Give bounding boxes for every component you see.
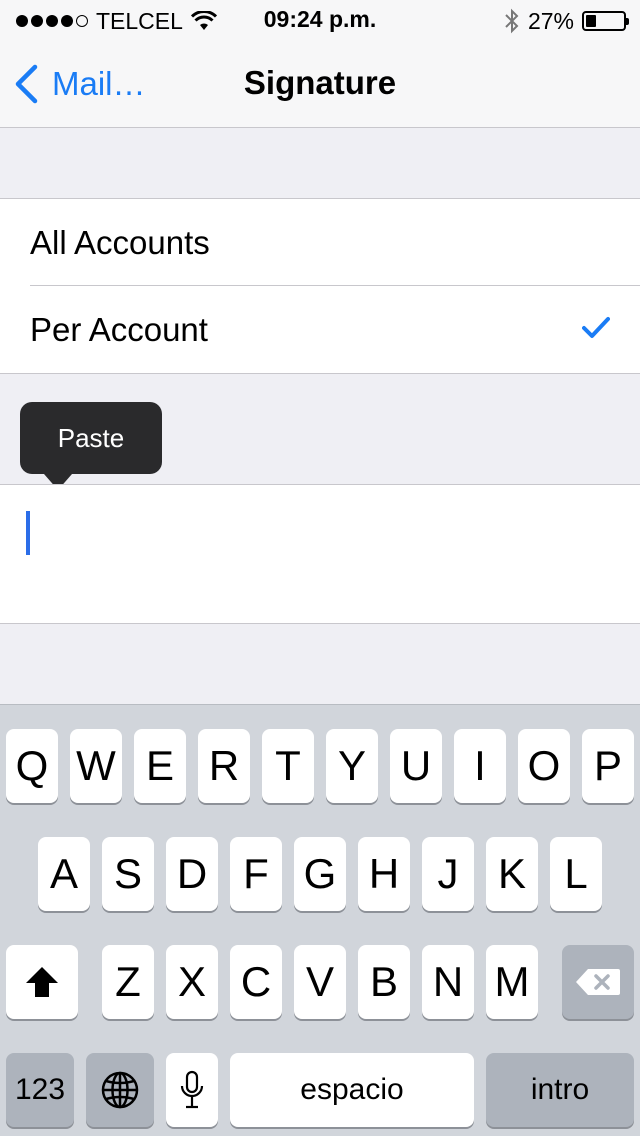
- paste-label: Paste: [57, 422, 125, 453]
- key-label: F: [243, 850, 269, 897]
- backspace-icon: [576, 969, 620, 995]
- key-label: R: [208, 742, 240, 789]
- key-h[interactable]: H: [358, 837, 410, 911]
- key-label: W: [76, 742, 116, 789]
- key-g[interactable]: G: [294, 837, 346, 911]
- keyboard: Q W E R T Y U I O P A S D F G H J K L Z …: [0, 704, 640, 1136]
- key-label: V: [305, 958, 334, 1005]
- key-a[interactable]: A: [38, 837, 90, 911]
- shift-key[interactable]: [6, 945, 78, 1019]
- numbers-key[interactable]: 123: [6, 1053, 74, 1127]
- key-label: J: [437, 850, 459, 897]
- key-label: G: [303, 850, 337, 897]
- key-label: T: [275, 742, 301, 789]
- key-m[interactable]: M: [486, 945, 538, 1019]
- key-label: intro: [530, 1073, 590, 1106]
- page-title: Signature: [243, 64, 397, 101]
- key-label: 123: [14, 1073, 66, 1106]
- key-z[interactable]: Z: [102, 945, 154, 1019]
- key-label: C: [240, 958, 272, 1005]
- key-label: espacio: [300, 1073, 404, 1106]
- key-label: X: [177, 958, 206, 1005]
- key-b[interactable]: B: [358, 945, 410, 1019]
- key-j[interactable]: J: [422, 837, 474, 911]
- key-s[interactable]: S: [102, 837, 154, 911]
- return-key[interactable]: intro: [486, 1053, 634, 1127]
- option-label: All Accounts: [30, 223, 210, 261]
- key-k[interactable]: K: [486, 837, 538, 911]
- key-q[interactable]: Q: [6, 729, 58, 803]
- text-cursor: [26, 511, 30, 555]
- key-d[interactable]: D: [166, 837, 218, 911]
- key-label: S: [113, 850, 142, 897]
- key-c[interactable]: C: [230, 945, 282, 1019]
- key-n[interactable]: N: [422, 945, 474, 1019]
- key-label: N: [432, 958, 464, 1005]
- signature-text-field[interactable]: [0, 484, 640, 624]
- key-label: P: [593, 742, 622, 789]
- space-key[interactable]: espacio: [230, 1053, 474, 1127]
- key-p[interactable]: P: [582, 729, 634, 803]
- checkmark-icon: [582, 317, 610, 338]
- key-r[interactable]: R: [198, 729, 250, 803]
- status-bar: TELCEL 09:24 p.m. 27%: [0, 0, 640, 40]
- key-t[interactable]: T: [262, 729, 314, 803]
- backspace-key[interactable]: [562, 945, 634, 1019]
- key-label: H: [368, 850, 400, 897]
- key-label: K: [497, 850, 526, 897]
- key-u[interactable]: U: [390, 729, 442, 803]
- key-i[interactable]: I: [454, 729, 506, 803]
- battery-percentage: 27%: [527, 7, 574, 34]
- key-label: B: [369, 958, 398, 1005]
- option-label: Per Account: [30, 310, 208, 348]
- key-label: Y: [337, 742, 366, 789]
- key-label: Q: [15, 742, 49, 789]
- microphone-icon: [180, 1070, 204, 1109]
- key-label: Z: [115, 958, 141, 1005]
- globe-key[interactable]: [86, 1053, 154, 1127]
- status-right: 27%: [504, 6, 629, 36]
- battery-icon: [582, 11, 629, 31]
- key-label: A: [49, 850, 78, 897]
- key-label: I: [474, 742, 486, 789]
- bluetooth-icon: [505, 8, 519, 34]
- key-e[interactable]: E: [134, 729, 186, 803]
- paste-menu-button[interactable]: Paste: [20, 402, 162, 490]
- shift-arrow-icon: [26, 967, 58, 997]
- option-per-account[interactable]: Per Account: [0, 285, 640, 373]
- key-label: U: [400, 742, 432, 789]
- key-f[interactable]: F: [230, 837, 282, 911]
- key-y[interactable]: Y: [326, 729, 378, 803]
- key-v[interactable]: V: [294, 945, 346, 1019]
- dictation-key[interactable]: [166, 1053, 218, 1127]
- key-label: M: [494, 958, 530, 1005]
- key-label: D: [176, 850, 208, 897]
- key-l[interactable]: L: [550, 837, 602, 911]
- key-label: O: [527, 742, 561, 789]
- key-label: L: [564, 850, 588, 897]
- key-x[interactable]: X: [166, 945, 218, 1019]
- navigation-bar: Mail… Signature: [0, 40, 640, 128]
- globe-icon: [101, 1071, 139, 1109]
- key-w[interactable]: W: [70, 729, 122, 803]
- key-label: E: [145, 742, 174, 789]
- key-o[interactable]: O: [518, 729, 570, 803]
- option-all-accounts[interactable]: All Accounts: [0, 199, 640, 286]
- signature-scope-list: All Accounts Per Account: [0, 198, 640, 374]
